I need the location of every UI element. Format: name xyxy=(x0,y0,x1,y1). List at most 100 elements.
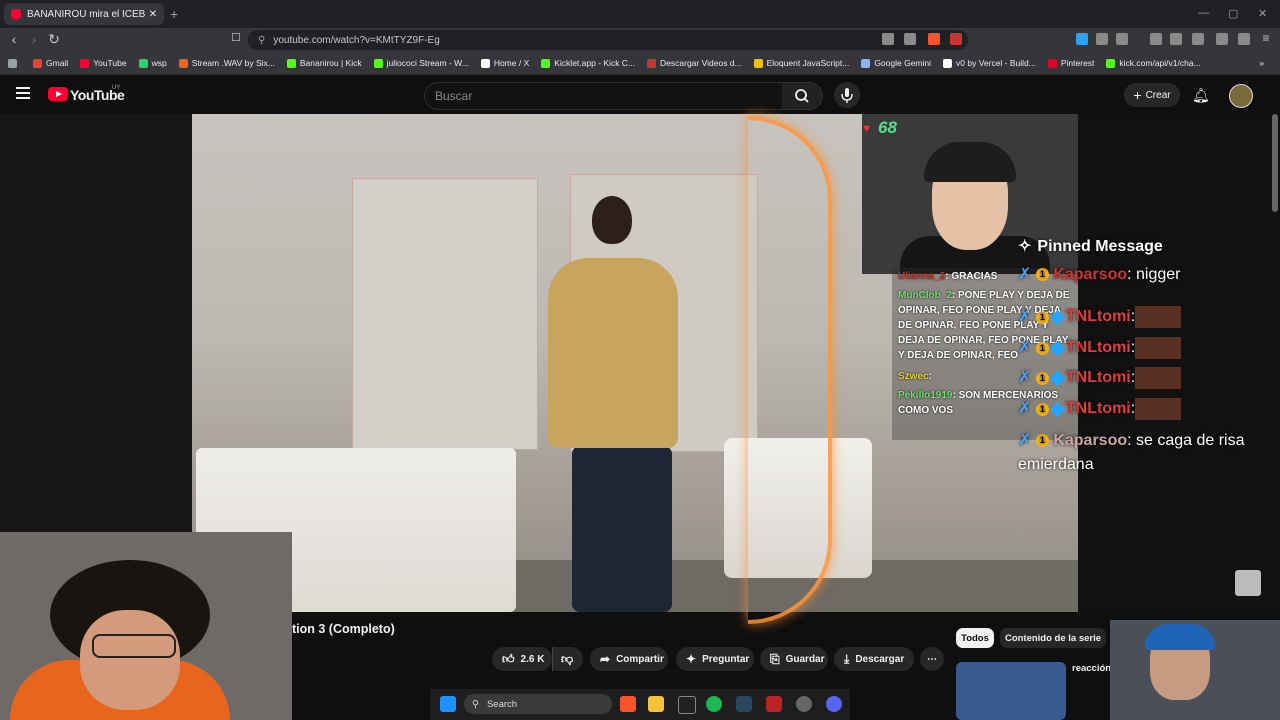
viewer-count: 68 xyxy=(878,118,897,137)
reload-icon[interactable]: ↻ xyxy=(46,31,62,48)
bookmark-item[interactable]: Kicklet.app - Kick C... xyxy=(541,58,635,68)
menu-icon[interactable] xyxy=(16,87,30,99)
sub-badge-icon: 1 xyxy=(1035,371,1049,385)
sidebar-toggle-icon[interactable] xyxy=(1116,33,1128,45)
video-title: tion 3 (Completo) xyxy=(292,622,395,636)
bookmark-item[interactable]: Descargar Videos d... xyxy=(647,58,742,68)
extensions-puzzle-icon[interactable] xyxy=(1096,33,1108,45)
bookmark-item[interactable]: YouTube xyxy=(80,58,127,68)
new-tab-button[interactable]: + xyxy=(170,6,178,22)
url-text: youtube.com/watch?v=KMtTYZ9F-Eg xyxy=(273,34,440,46)
filter-chip-todos[interactable]: Todos xyxy=(956,628,994,648)
bookmark-item[interactable]: Eloquent JavaScript... xyxy=(753,58,849,68)
site-info-icon[interactable]: ⚲ xyxy=(258,35,265,46)
bookmark-item[interactable]: wsp xyxy=(138,58,167,68)
page-scrollbar[interactable] xyxy=(1272,114,1278,212)
spotify-icon[interactable] xyxy=(706,696,722,712)
kicklet-icon xyxy=(541,58,551,68)
video-frame-glowing-bow xyxy=(748,116,832,624)
sub-badge-icon: 1 xyxy=(1035,268,1049,282)
bookmark-item[interactable]: Gmail xyxy=(33,58,68,68)
save-button[interactable]: ⎘ Guardar xyxy=(760,647,828,671)
dislike-button[interactable]: 👎︎ xyxy=(552,647,583,671)
window-close-icon[interactable]: ✕ xyxy=(1258,7,1267,20)
obs-icon[interactable] xyxy=(796,696,812,712)
extension-icon[interactable] xyxy=(1076,33,1088,45)
brave-shields-icon[interactable] xyxy=(928,33,940,45)
sword-badge-icon: ✗ xyxy=(1018,400,1032,418)
bookmark-icon[interactable]: ☐ xyxy=(228,31,244,44)
notifications-bell-icon[interactable]: 🔔︎ xyxy=(1192,87,1210,104)
kick-icon xyxy=(286,58,296,68)
x-icon xyxy=(480,58,490,68)
wallet-icon[interactable] xyxy=(1192,33,1204,45)
search-input[interactable]: Buscar xyxy=(424,82,784,110)
taskbar-search[interactable]: ⚲ Search xyxy=(464,694,612,714)
side-panel-icon[interactable] xyxy=(1170,33,1182,45)
youtube-favicon-icon xyxy=(11,9,21,19)
spam-message: ✗ 1 TNLtomi: xyxy=(1018,367,1182,389)
emote-image xyxy=(1135,306,1182,328)
back-icon[interactable]: ‹ xyxy=(6,31,22,47)
bookmark-item[interactable]: kick.com/api/v1/cha... xyxy=(1106,58,1201,68)
bookmark-item[interactable]: Bananirou | Kick xyxy=(286,58,362,68)
vercel-icon xyxy=(943,58,953,68)
gem-badge-icon xyxy=(1049,401,1066,417)
app-icon[interactable] xyxy=(766,696,782,712)
browser-menu-icon[interactable]: ≡ xyxy=(1258,31,1274,45)
bookmark-item[interactable]: Google Gemini xyxy=(861,58,931,68)
more-actions-button[interactable]: ⋯ xyxy=(920,647,944,671)
ask-button[interactable]: ✦ Preguntar xyxy=(676,647,754,671)
recommended-video-title[interactable]: reacción xyxy=(1072,663,1111,674)
bookmark-item[interactable]: v0 by Vercel - Build... xyxy=(943,58,1036,68)
share-page-icon[interactable] xyxy=(904,33,916,45)
search-button[interactable] xyxy=(782,82,823,110)
bookmark-item[interactable]: Stream .WAV by Six... xyxy=(178,58,275,68)
windows-start-icon[interactable] xyxy=(440,696,456,712)
brave-icon[interactable] xyxy=(620,696,636,712)
bookmark-item[interactable]: Home / X xyxy=(480,58,529,68)
recommended-video-thumbnail[interactable] xyxy=(956,662,1066,720)
browser-tab[interactable]: BANANIROU mira el ICEBERG de ✕ xyxy=(4,3,164,25)
terminal-icon[interactable] xyxy=(678,696,696,714)
brave-rewards-icon[interactable] xyxy=(950,33,962,45)
sub-badge-icon: 1 xyxy=(1035,402,1049,416)
search-icon: ⚲ xyxy=(472,698,479,710)
create-button[interactable]: + Crear xyxy=(1124,83,1180,107)
close-tab-icon[interactable]: ✕ xyxy=(146,9,160,20)
more-icon: ⋯ xyxy=(927,653,937,665)
filter-chip-series[interactable]: Contenido de la serie xyxy=(1000,628,1106,648)
share-button[interactable]: ➦ Compartir xyxy=(590,647,668,671)
gemini-icon xyxy=(861,58,871,68)
sword-badge-icon: ✗ xyxy=(1018,432,1032,449)
pin-icon: ✧ xyxy=(1018,238,1032,255)
share-icon: ➦ xyxy=(600,652,611,666)
discord-icon[interactable] xyxy=(826,696,842,712)
steam-icon[interactable] xyxy=(736,696,752,712)
file-explorer-icon[interactable] xyxy=(648,696,664,712)
search-placeholder: Buscar xyxy=(435,89,473,103)
account-avatar[interactable] xyxy=(1229,84,1253,108)
bookmark-item[interactable]: Pinterest xyxy=(1047,58,1094,68)
download-button[interactable]: ⤓ Descargar xyxy=(834,647,914,671)
cast-icon[interactable] xyxy=(882,33,894,45)
youtube-logo-icon[interactable] xyxy=(48,87,68,101)
video-frame-person-head xyxy=(592,196,632,244)
video-frame-wall-panel xyxy=(352,178,538,450)
media-icon[interactable] xyxy=(1150,33,1162,45)
apps-grid-icon[interactable] xyxy=(8,58,21,68)
voice-search-button[interactable] xyxy=(834,82,860,108)
forward-icon[interactable]: › xyxy=(26,31,42,47)
like-button[interactable]: 👍︎ 2.6 K xyxy=(492,647,552,671)
bookmark-item[interactable]: juliocoсi Stream - W... xyxy=(373,58,469,68)
thumbs-down-icon: 👎︎ xyxy=(561,651,574,666)
whatsapp-icon xyxy=(138,58,148,68)
vpn-icon[interactable] xyxy=(1238,33,1250,45)
more-bookmarks-icon[interactable]: » xyxy=(1259,58,1264,68)
address-bar[interactable]: ⚲ youtube.com/watch?v=KMtTYZ9F-Eg xyxy=(248,30,968,50)
miniplayer-avatar[interactable] xyxy=(1235,570,1261,596)
reactor-face xyxy=(80,610,180,710)
minimize-icon[interactable]: — xyxy=(1198,7,1209,19)
maximize-icon[interactable]: ▢ xyxy=(1228,7,1238,20)
leo-icon[interactable] xyxy=(1216,33,1228,45)
